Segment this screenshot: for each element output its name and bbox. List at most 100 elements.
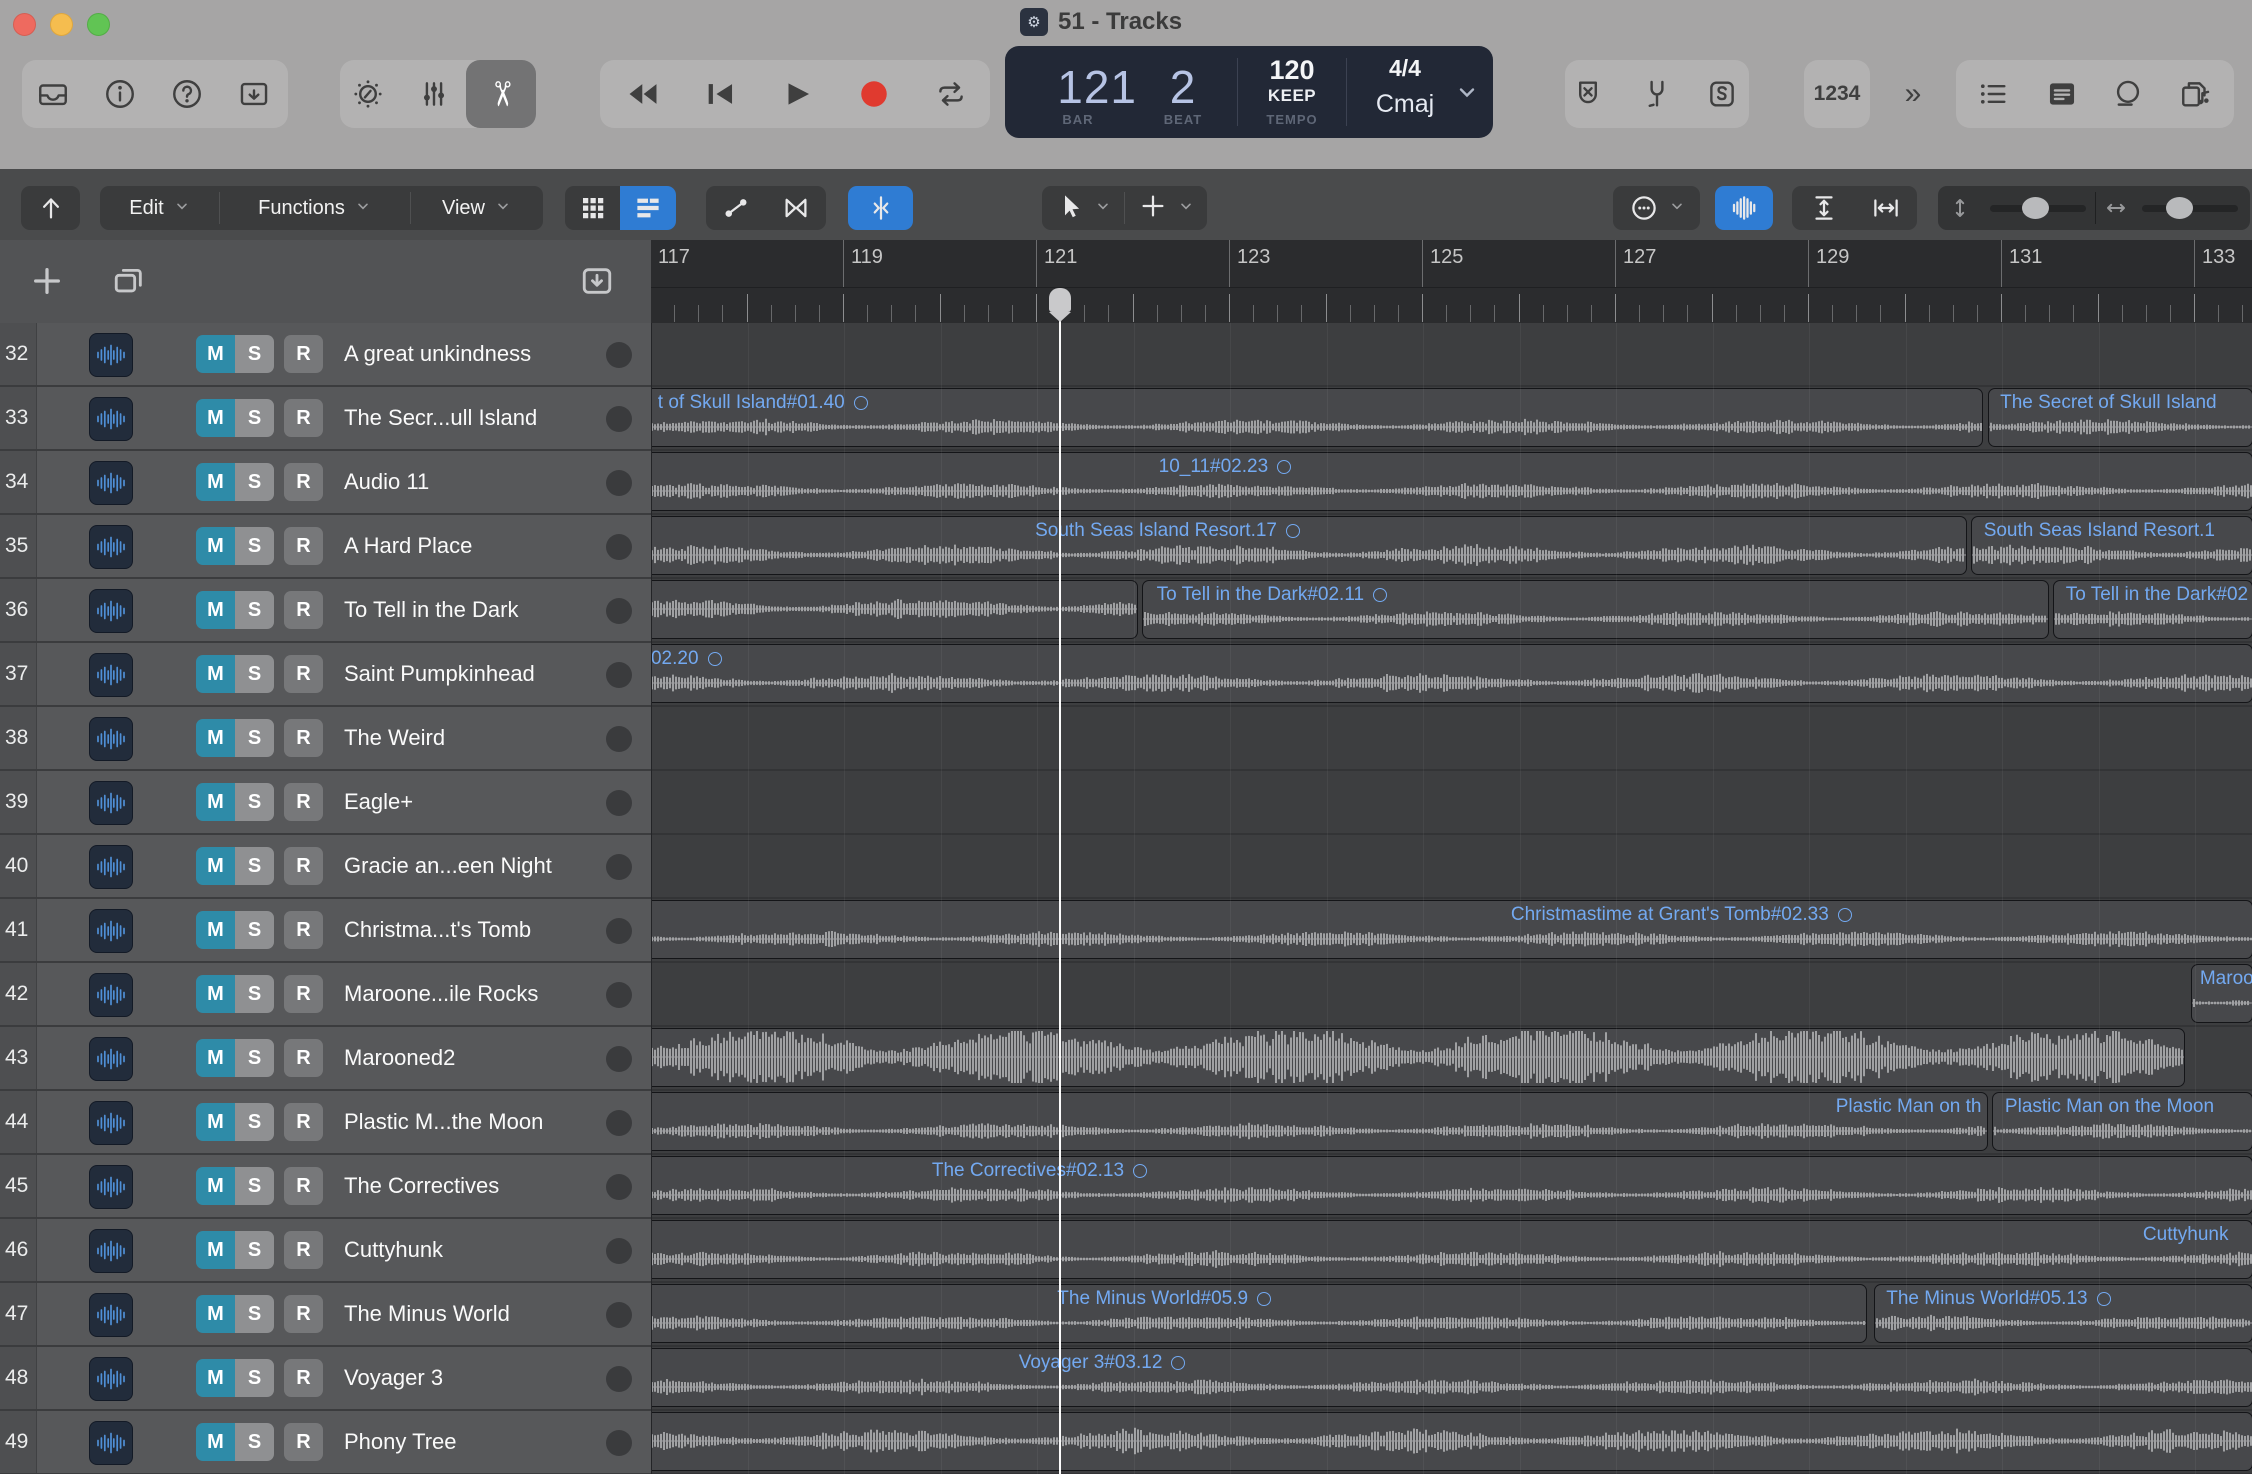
command-click-tool-menu[interactable]: [1124, 186, 1207, 230]
record-enable-button[interactable]: R: [284, 1231, 323, 1269]
solo-button[interactable]: S: [235, 847, 274, 885]
audio-region[interactable]: [651, 1412, 2252, 1471]
solo-button[interactable]: S: [235, 911, 274, 949]
solo-button[interactable]: S: [235, 975, 274, 1013]
solo-button[interactable]: S: [235, 1167, 274, 1205]
mute-button[interactable]: M: [196, 655, 235, 693]
solo-button[interactable]: S: [235, 719, 274, 757]
solo-button[interactable]: S: [235, 527, 274, 565]
track-name[interactable]: To Tell in the Dark: [344, 579, 518, 641]
hide-tracks-area-button[interactable]: [21, 186, 80, 230]
track-header-row[interactable]: 49MSRPhony Tree: [0, 1411, 651, 1474]
mute-button[interactable]: M: [196, 847, 235, 885]
record-enable-button[interactable]: R: [284, 975, 323, 1013]
audio-region[interactable]: Voyager 3#03.12: [651, 1348, 2252, 1407]
catch-playhead-button[interactable]: [848, 186, 913, 230]
vertical-zoom-slider-thumb[interactable]: [2022, 197, 2049, 219]
list-editors-icon[interactable]: [1976, 77, 2010, 111]
track-header-row[interactable]: 36MSRTo Tell in the Dark: [0, 579, 651, 643]
horizontal-auto-zoom-button[interactable]: [1855, 186, 1917, 230]
toolbar-toggle-icon[interactable]: [237, 77, 271, 111]
audio-region[interactable]: The Secret of Skull Island: [1988, 388, 2252, 447]
minimize-window-button[interactable]: [50, 13, 73, 36]
track-header-row[interactable]: 33MSRThe Secr...ull Island: [0, 387, 651, 451]
audio-region[interactable]: South Seas Island Resort.1: [1971, 516, 2252, 575]
mute-button[interactable]: M: [196, 1359, 235, 1397]
functions-menu[interactable]: Functions: [219, 186, 410, 230]
track-header-row[interactable]: 38MSRThe Weird: [0, 707, 651, 771]
lcd-display[interactable]: 121 BAR 2 BEAT 120 KEEP TEMPO 4/4 Cmaj: [1005, 46, 1493, 138]
flex-button[interactable]: [766, 186, 826, 230]
track-name[interactable]: Cuttyhunk: [344, 1219, 443, 1281]
solo-button[interactable]: S: [235, 1423, 274, 1461]
track-name[interactable]: Phony Tree: [344, 1411, 457, 1473]
library-icon[interactable]: [36, 77, 70, 111]
record-enable-button[interactable]: R: [284, 335, 323, 373]
solo-button[interactable]: S: [235, 399, 274, 437]
lcd-bar-value[interactable]: 121: [1019, 60, 1137, 114]
record-enable-button[interactable]: R: [284, 1039, 323, 1077]
solo-button[interactable]: S: [235, 783, 274, 821]
lcd-beat-value[interactable]: 2: [1153, 60, 1213, 114]
solo-button[interactable]: S: [235, 1295, 274, 1333]
record-enable-button[interactable]: R: [284, 591, 323, 629]
track-header-row[interactable]: 42MSRMaroone...ile Rocks: [0, 963, 651, 1027]
solo-mode-icon[interactable]: [1705, 77, 1739, 111]
solo-button[interactable]: S: [235, 1359, 274, 1397]
solo-button[interactable]: S: [235, 1103, 274, 1141]
record-enable-button[interactable]: R: [284, 719, 323, 757]
snap-menu[interactable]: [1613, 186, 1700, 230]
waveform-zoom-button[interactable]: [1715, 186, 1773, 230]
track-header-row[interactable]: 41MSRChristma...t's Tomb: [0, 899, 651, 963]
track-header-row[interactable]: 48MSRVoyager 3: [0, 1347, 651, 1411]
apple-loops-icon[interactable]: [2111, 77, 2145, 111]
mute-button[interactable]: M: [196, 1295, 235, 1333]
track-name[interactable]: Audio 11: [344, 451, 429, 513]
audio-region[interactable]: The Minus World#05.9: [651, 1284, 1867, 1343]
lcd-key-signature[interactable]: Cmaj: [1347, 90, 1463, 119]
solo-button[interactable]: S: [235, 1039, 274, 1077]
mute-button[interactable]: M: [196, 1103, 235, 1141]
lcd-time-signature[interactable]: 4/4: [1347, 55, 1463, 82]
zoom-window-button[interactable]: [87, 13, 110, 36]
track-name[interactable]: Marooned2: [344, 1027, 455, 1089]
mute-button[interactable]: M: [196, 1231, 235, 1269]
audio-region[interactable]: Plastic Man on the Moon: [1992, 1092, 2252, 1151]
bar-ruler[interactable]: 117119121123125127129131133: [651, 240, 2252, 324]
track-header-row[interactable]: 40MSRGracie an...een Night: [0, 835, 651, 899]
record-enable-button[interactable]: R: [284, 463, 323, 501]
mute-button[interactable]: M: [196, 911, 235, 949]
quick-help-icon[interactable]: [170, 77, 204, 111]
lcd-mode-chevron-icon[interactable]: [1455, 80, 1479, 104]
inspector-info-icon[interactable]: [103, 77, 137, 111]
automation-button[interactable]: [706, 186, 766, 230]
record-enable-button[interactable]: R: [284, 1295, 323, 1333]
record-enable-button[interactable]: R: [284, 847, 323, 885]
track-header-row[interactable]: 44MSRPlastic M...the Moon: [0, 1091, 651, 1155]
track-name[interactable]: The Minus World: [344, 1283, 510, 1345]
audio-region[interactable]: The Minus World#05.13: [1874, 1284, 2252, 1343]
solo-button[interactable]: S: [235, 335, 274, 373]
track-name[interactable]: Eagle+: [344, 771, 413, 833]
mute-button[interactable]: M: [196, 719, 235, 757]
mute-button[interactable]: M: [196, 591, 235, 629]
left-click-tool-menu[interactable]: [1042, 186, 1124, 230]
more-tools-chevron[interactable]: »: [1893, 60, 1933, 128]
record-enable-button[interactable]: R: [284, 1167, 323, 1205]
mute-button[interactable]: M: [196, 975, 235, 1013]
track-header-row[interactable]: 32MSRA great unkindness: [0, 323, 651, 387]
playhead-line[interactable]: [1059, 288, 1061, 1474]
vertical-auto-zoom-button[interactable]: [1792, 186, 1855, 230]
audio-region[interactable]: South Seas Island Resort.17: [651, 516, 1967, 575]
play-icon[interactable]: [780, 77, 814, 111]
record-icon[interactable]: [857, 77, 891, 111]
edit-menu[interactable]: Edit: [100, 186, 219, 230]
ruler-tick-band[interactable]: [651, 287, 2252, 324]
mixer-icon[interactable]: [417, 77, 451, 111]
mute-button[interactable]: M: [196, 463, 235, 501]
track-name[interactable]: Voyager 3: [344, 1347, 443, 1409]
track-sort-button[interactable]: [580, 264, 614, 303]
cycle-icon[interactable]: [934, 77, 968, 111]
audio-region[interactable]: Plastic Man on th: [651, 1092, 1988, 1151]
track-header-row[interactable]: 43MSRMarooned2: [0, 1027, 651, 1091]
